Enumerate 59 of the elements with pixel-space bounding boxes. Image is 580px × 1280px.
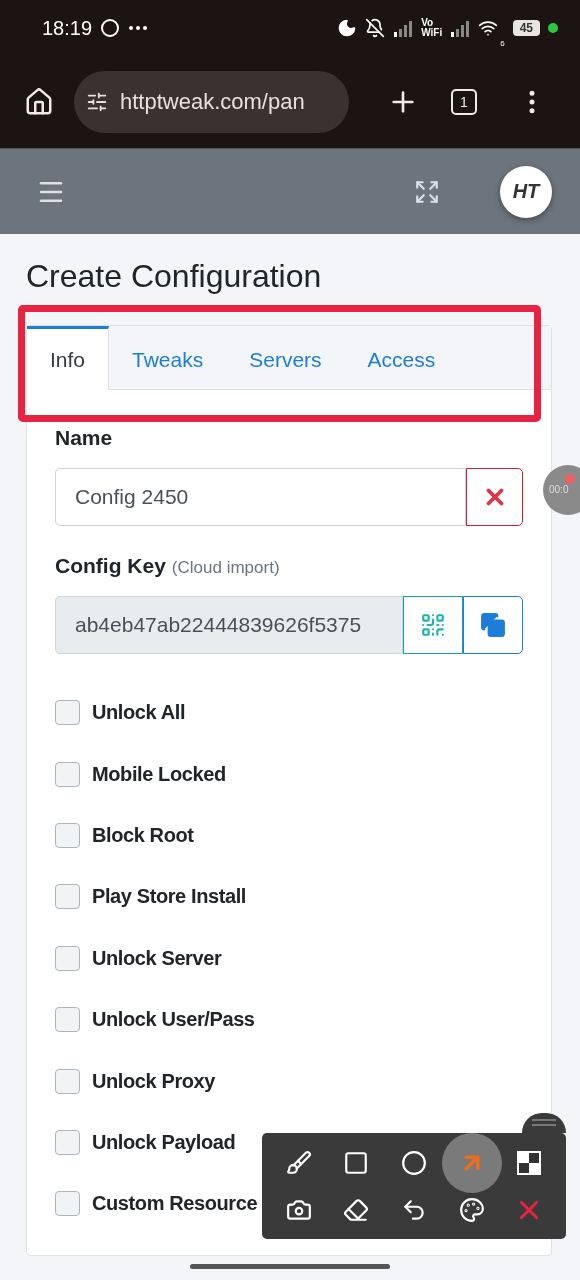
checkbox[interactable]: [55, 1129, 80, 1155]
field-label: Name: [55, 426, 114, 450]
tab-switcher[interactable]: 1: [451, 89, 477, 115]
copy-button[interactable]: [463, 596, 523, 654]
field-label: Config Key: [55, 554, 166, 578]
checkbox-label: Block Root: [92, 823, 194, 847]
checkbox-label: Unlock Payload: [92, 1130, 236, 1154]
wifi-icon: [478, 18, 499, 38]
address-bar[interactable]: httptweak.com/pan: [74, 71, 349, 133]
checkbox-label: Unlock Server: [92, 946, 222, 970]
logo: HT: [500, 165, 552, 218]
battery-level: 45: [512, 20, 540, 36]
moon-icon: [337, 18, 358, 38]
checkbox[interactable]: [55, 945, 80, 971]
tab[interactable]: Info: [27, 326, 110, 390]
checkbox[interactable]: [55, 884, 80, 910]
copy-icon: [480, 612, 506, 638]
chat-icon: [100, 18, 121, 38]
checkbox-label: Mobile Locked: [92, 762, 226, 786]
home-icon[interactable]: [24, 87, 54, 117]
page-title: Create Configuration: [26, 258, 323, 295]
checkbox-label: Custom Resource: [92, 1192, 258, 1216]
vowifi-label: Vo WiFi: [421, 18, 443, 38]
tab[interactable]: Servers: [226, 326, 345, 390]
brush-icon: [285, 1149, 312, 1176]
tab[interactable]: Access: [344, 326, 459, 390]
fullscreen-icon[interactable]: [414, 178, 440, 205]
checkbox[interactable]: [55, 700, 80, 726]
qr-code-button[interactable]: [403, 596, 463, 654]
checkbox-label: Unlock All: [92, 701, 186, 725]
square-icon: [343, 1149, 370, 1176]
checkbox[interactable]: [55, 1007, 80, 1033]
privacy-dot: [548, 23, 558, 33]
checkerboard-icon: [516, 1149, 543, 1176]
palette-icon: [458, 1196, 485, 1223]
more-icon: [128, 25, 149, 31]
qr-code-icon: [420, 612, 446, 638]
eraser-icon: [343, 1196, 370, 1223]
checkbox[interactable]: [55, 822, 80, 848]
checkbox-label: Unlock User/Pass: [92, 1008, 255, 1032]
wifi-generation: 6: [500, 39, 505, 48]
checkbox[interactable]: [55, 1191, 80, 1217]
grip-icon: [532, 1118, 556, 1128]
clock: 18:19: [42, 16, 93, 40]
signal-icon: [450, 18, 471, 38]
checkbox[interactable]: [55, 761, 80, 787]
checkbox-label: Play Store Install: [92, 885, 246, 909]
signal-icon: [393, 18, 414, 38]
circle-icon: [401, 1149, 427, 1176]
checkbox-label: Unlock Proxy: [92, 1069, 216, 1093]
tab[interactable]: Tweaks: [109, 326, 227, 390]
clear-button[interactable]: [466, 468, 523, 526]
config-key-field[interactable]: ab4eb47ab22444839626f5375: [55, 596, 403, 654]
field-hint: (Cloud import): [171, 558, 280, 578]
bell-off-icon: [365, 18, 386, 38]
toolbar-handle[interactable]: [522, 1113, 566, 1133]
site-settings-icon: [86, 91, 108, 113]
checkbox[interactable]: [55, 1068, 80, 1094]
name-field[interactable]: Config 2450: [55, 468, 466, 526]
